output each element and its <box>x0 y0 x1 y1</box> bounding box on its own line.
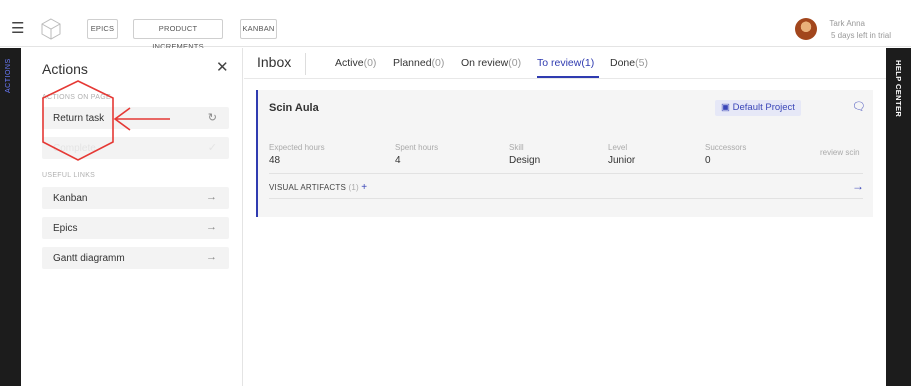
folder-icon: ▣ <box>721 102 730 113</box>
expected-hours-value: 48 <box>269 155 281 166</box>
add-icon[interactable]: + <box>361 182 367 193</box>
visual-artifacts-count: (1) <box>348 183 359 192</box>
link-epics[interactable]: Epics → <box>42 217 229 239</box>
link-kanban[interactable]: Kanban → <box>42 187 229 209</box>
tag-product-increments[interactable]: PRODUCT INCREMENTS <box>133 19 223 51</box>
cube-logo-icon[interactable] <box>38 16 64 42</box>
task-title[interactable]: Scin Aula <box>269 102 319 114</box>
actions-tab-label: ACTIONS <box>5 58 12 93</box>
review-text: review scin <box>820 148 860 157</box>
visual-artifacts-row[interactable]: VISUAL ARTIFACTS (1) + <box>269 182 367 193</box>
skill-value: Design <box>509 155 541 166</box>
tab-planned[interactable]: Planned(0) <box>393 57 444 69</box>
successors-value: 0 <box>705 155 711 166</box>
inbox-title: Inbox <box>257 54 292 70</box>
menu-icon[interactable]: ☰ <box>11 20 24 38</box>
tabs-divider <box>244 78 886 79</box>
user-name: Tark Anna <box>829 19 865 28</box>
arrow-right-icon[interactable]: → <box>852 179 864 193</box>
check-icon: ✓ <box>207 142 217 154</box>
level-label: Level <box>608 143 628 152</box>
visual-artifacts-label: VISUAL ARTIFACTS <box>269 183 347 192</box>
help-center-label: HELP CENTER <box>894 60 903 118</box>
trial-status: 5 days left in trial <box>830 31 891 40</box>
link-epics-label: Epics <box>53 223 78 234</box>
link-gantt[interactable]: Gantt diagramm → <box>42 247 229 269</box>
tab-to-review[interactable]: To review(1) <box>537 57 594 69</box>
link-gantt-label: Gantt diagramm <box>53 253 125 264</box>
avatar[interactable] <box>795 18 817 40</box>
expected-hours-label: Expected hours <box>269 143 325 152</box>
task-card[interactable]: Scin Aula ▣ Default Project 🗨 Expected h… <box>256 90 873 217</box>
actions-title: Actions <box>42 61 88 77</box>
tab-active[interactable]: Active(0) <box>335 57 376 69</box>
close-icon[interactable]: ✕ <box>216 60 229 76</box>
spent-hours-value: 4 <box>395 155 401 166</box>
tag-epics[interactable]: EPICS <box>87 19 118 39</box>
tab-done[interactable]: Done(5) <box>610 57 648 69</box>
link-kanban-label: Kanban <box>53 193 88 204</box>
skill-label: Skill <box>509 143 524 152</box>
card-divider <box>269 173 863 174</box>
successors-label: Successors <box>705 143 747 152</box>
card-divider <box>269 198 863 199</box>
arrow-right-icon: → <box>206 251 217 263</box>
actions-sidebar-tab[interactable]: ACTIONS <box>0 48 21 386</box>
top-bar: ☰ EPICS PRODUCT INCREMENTS KANBAN Tark A… <box>0 11 911 51</box>
tab-on-review[interactable]: On review(0) <box>461 57 521 69</box>
annotation-hexagon-arrow <box>42 80 170 161</box>
arrow-right-icon: → <box>206 221 217 233</box>
level-value: Junior <box>608 155 636 166</box>
help-center-tab[interactable]: HELP CENTER <box>886 48 911 386</box>
undo-icon: ↻ <box>207 112 217 124</box>
comment-icon[interactable]: 🗨 <box>852 100 866 113</box>
links-section-label: USEFUL LINKS <box>42 172 96 179</box>
spent-hours-label: Spent hours <box>395 143 439 152</box>
project-badge[interactable]: ▣ Default Project <box>715 100 801 116</box>
tab-divider <box>305 53 306 75</box>
tag-kanban[interactable]: KANBAN <box>240 19 277 39</box>
arrow-right-icon: → <box>206 191 217 203</box>
